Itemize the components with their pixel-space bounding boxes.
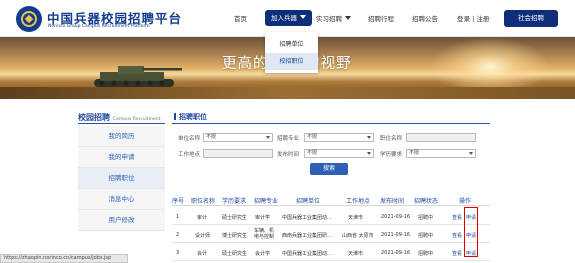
degree-label: 学历要求 [380, 152, 403, 158]
cell-status: 招聘中 [418, 215, 434, 221]
col-header-unit: 招聘单位 [296, 198, 321, 205]
join-dropdown-menu: 招聘单位 校招职位 [265, 32, 318, 73]
chevron-down-icon [469, 152, 473, 155]
major-select[interactable]: 不限 [304, 133, 374, 142]
cell-location: 天津市 [348, 215, 364, 221]
cell-location: 山西省 太原市 [342, 233, 374, 239]
view-link[interactable]: 查看 [452, 214, 462, 221]
nav-join-label: 加入兵器 [271, 14, 297, 22]
nav-intern[interactable]: 实习招聘 [316, 13, 351, 23]
cell-title: 会计 [197, 251, 208, 257]
time-select[interactable]: 不限 [304, 149, 374, 158]
sidebar-title: 校园招聘 Campus Recruitment [78, 112, 165, 124]
sidebar-item-applications[interactable]: 我的申请 [78, 147, 165, 168]
sidebar-menu: 我的简历 我的申请 招聘职位 消息中心 用户修改 [78, 126, 165, 231]
cell-no: 3 [176, 250, 180, 256]
sidebar-title-en: Campus Recruitment [113, 117, 161, 122]
table-header: 序号 职位名称 学历要求 招聘专业 招聘单位 工作地点 发布时间 招聘状态 操作 [172, 193, 490, 206]
page-title: 招聘职位 [172, 112, 490, 124]
chevron-down-icon [367, 152, 371, 155]
cell-major: 审计学 [255, 215, 271, 221]
position-label: 职位名称 [380, 136, 403, 142]
dropdown-item-positions[interactable]: 校招职位 [265, 53, 318, 70]
sidebar-title-text: 校园招聘 [78, 113, 110, 122]
cell-unit: 西南兵器工业集团研… [282, 233, 333, 239]
view-link[interactable]: 查看 [452, 232, 462, 239]
sidebar-item-messages[interactable]: 消息中心 [78, 189, 165, 210]
time-select-value: 不限 [307, 150, 318, 156]
nav-home[interactable]: 首页 [234, 13, 247, 23]
col-header-major: 招聘专业 [254, 198, 279, 205]
cell-status: 招聘中 [418, 251, 434, 257]
chevron-down-icon [345, 16, 351, 20]
major-select-value: 不限 [307, 134, 318, 140]
table-row: 3 会计 硕士研究生 会计学 中国兵器工业集团动… 天津市 2021-09-16… [172, 244, 490, 261]
col-header-no: 序号 [172, 198, 185, 205]
social-recruitment-button[interactable]: 社会招聘 [504, 10, 558, 27]
degree-select[interactable]: 不限 [406, 149, 476, 158]
browser-status-url: https://zhaopin.norinco.cn/campus/jobs.j… [0, 254, 128, 263]
view-link[interactable]: 查看 [452, 250, 462, 257]
location-input[interactable] [203, 149, 273, 158]
apply-column-highlight [464, 207, 478, 257]
position-input[interactable] [406, 133, 476, 142]
page-title-text: 招聘职位 [179, 113, 207, 121]
cell-unit: 中国兵器工业集团动… [282, 251, 333, 257]
dropdown-item-units[interactable]: 招聘单位 [265, 36, 318, 53]
unit-label: 单位名称 [178, 136, 201, 142]
nav-notice[interactable]: 招聘公告 [412, 13, 438, 23]
location-label: 工作地点 [178, 152, 201, 158]
col-header-status: 招聘状态 [414, 198, 439, 205]
chevron-down-icon [300, 15, 306, 19]
table-row: 2 设计师 博士研究生 车辆、机电与控制 西南兵器工业集团研… 山西省 太原市 … [172, 226, 490, 243]
wheat-field [0, 87, 575, 99]
login-register-link[interactable]: 登录 | 注册 [457, 13, 489, 23]
cell-date: 2021-09-16 [381, 250, 411, 256]
cell-date: 2021-09-16 [381, 214, 411, 220]
nav-schedule[interactable]: 招聘行程 [368, 13, 394, 23]
search-button[interactable]: 搜索 [310, 163, 348, 175]
sidebar-item-positions[interactable]: 招聘职位 [78, 168, 165, 189]
cell-no: 1 [176, 214, 180, 220]
cell-date: 2021-09-16 [381, 232, 411, 238]
time-label: 发布时间 [277, 152, 300, 158]
nav-intern-label: 实习招聘 [316, 15, 342, 23]
cell-title: 设计师 [195, 233, 211, 239]
chevron-down-icon [266, 136, 270, 139]
cell-major: 会计学 [255, 251, 271, 257]
col-header-degree: 学历要求 [222, 198, 247, 205]
cell-degree: 博士研究生 [222, 233, 248, 239]
col-header-title: 职位名称 [191, 198, 216, 205]
cell-location: 天津市 [348, 251, 364, 257]
col-header-actions: 操作 [459, 198, 472, 205]
cell-degree: 硕士研究生 [222, 251, 248, 257]
cell-status: 招聘中 [418, 233, 434, 239]
table-row: 1 审计 硕士研究生 审计学 中国兵器工业集团动… 天津市 2021-09-16… [172, 208, 490, 225]
unit-select[interactable]: 不限 [203, 133, 273, 142]
major-label: 招聘专业 [277, 136, 300, 142]
col-header-date: 发布时间 [380, 198, 405, 205]
cell-no: 2 [176, 232, 180, 238]
nav-join[interactable]: 加入兵器 [265, 10, 312, 26]
unit-select-value: 不限 [206, 134, 217, 140]
cell-major: 车辆、机电与控制 [254, 228, 275, 240]
cell-unit: 中国兵器工业集团动… [282, 215, 333, 221]
sidebar-item-resume[interactable]: 我的简历 [78, 126, 165, 147]
chevron-down-icon [367, 136, 371, 139]
cell-title: 审计 [197, 215, 208, 221]
page: 中国兵器校园招聘平台 Norinco Group Campus Recruitm… [0, 0, 575, 263]
sidebar-item-user-edit[interactable]: 用户修改 [78, 210, 165, 231]
degree-select-value: 不限 [409, 150, 420, 156]
col-header-location: 工作地点 [346, 198, 371, 205]
cell-degree: 硕士研究生 [222, 215, 248, 221]
